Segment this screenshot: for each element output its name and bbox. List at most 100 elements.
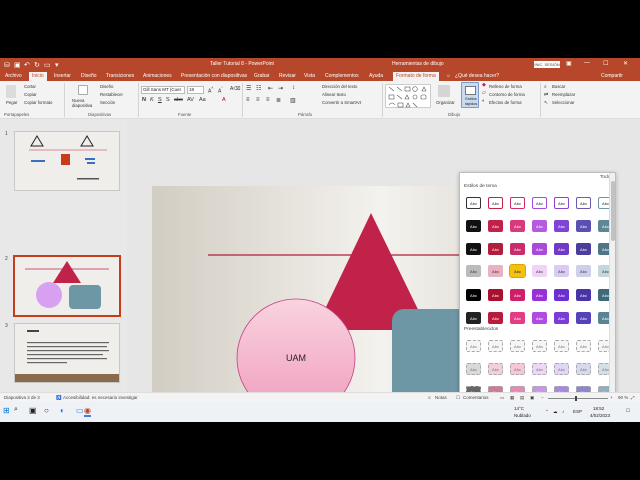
slide-thumbnail-2[interactable] [13, 255, 121, 317]
preset-swatch[interactable]: Abc [488, 363, 503, 375]
effects-icon[interactable]: ◐ [482, 98, 485, 104]
theme-swatch[interactable]: Abc [466, 197, 481, 209]
clock-date[interactable]: 4/02/2023 [590, 413, 610, 418]
close-icon[interactable]: ✕ [623, 60, 628, 67]
theme-swatch[interactable]: Abc [576, 312, 591, 324]
sorter-view-icon[interactable]: ▦ [510, 395, 514, 401]
font-name-input[interactable]: Gill Sans MT (Cuer [141, 86, 185, 94]
align-right-icon[interactable]: ≡ [266, 97, 270, 103]
theme-swatch[interactable]: Abc [554, 265, 569, 277]
theme-swatch[interactable]: Abc [510, 312, 525, 324]
zoom-in-icon[interactable]: + [610, 395, 613, 400]
theme-swatch[interactable]: Abc [576, 265, 591, 277]
italic-icon[interactable]: K [150, 97, 154, 103]
new-slide-icon[interactable] [78, 85, 88, 95]
tab-inicio[interactable]: Inicio [29, 72, 47, 81]
theme-swatch[interactable]: Abc [466, 243, 481, 255]
theme-swatch[interactable]: Abc [554, 243, 569, 255]
circle-label[interactable]: UAM [286, 353, 306, 363]
save-icon[interactable]: ▣ [14, 61, 21, 69]
grow-font-icon[interactable]: A^ [208, 86, 213, 95]
tab-animaciones[interactable]: Animaciones [143, 73, 172, 79]
outline-icon[interactable]: ▱ [482, 90, 486, 96]
powerpoint-taskbar-icon[interactable]: ◉ [84, 406, 91, 417]
sign-in-button[interactable]: INIC. SESIÓN [534, 61, 560, 68]
cortana-icon[interactable]: ○ [44, 406, 49, 415]
clock-time[interactable]: 18:52 [593, 406, 604, 411]
accessibility-icon[interactable]: ♿ [56, 395, 62, 401]
fit-slide-icon[interactable]: ⤢ [631, 395, 635, 400]
tab-transiciones[interactable]: Transiciones [106, 73, 134, 79]
preset-swatch[interactable]: Abc [532, 363, 547, 375]
theme-swatch[interactable]: Abc [488, 312, 503, 324]
preset-swatch[interactable]: Abc [488, 340, 503, 352]
text-direction-button[interactable]: Dirección del texto [322, 84, 357, 89]
select-button[interactable]: Seleccionar [552, 100, 574, 105]
tab-archivo[interactable]: Archivo [5, 73, 22, 79]
underline-icon[interactable]: S [158, 97, 162, 103]
tell-me-input[interactable]: ¿Qué desea hacer? [455, 73, 499, 79]
section-button[interactable]: Sección [100, 100, 115, 105]
share-button[interactable]: Compartir [601, 73, 623, 79]
theme-swatch-hovered[interactable]: Abc [509, 264, 526, 278]
weather-temp[interactable]: 14°C [514, 406, 524, 411]
layout-button[interactable]: Diseño [100, 84, 113, 89]
theme-swatch[interactable]: Abc [532, 220, 547, 232]
copy-button[interactable]: Copiar [24, 92, 37, 97]
theme-swatch[interactable]: Abc [466, 312, 481, 324]
font-size-input[interactable]: 18 [187, 86, 204, 94]
theme-swatch[interactable]: Abc [554, 312, 569, 324]
theme-swatch[interactable]: Abc [510, 289, 525, 301]
find-icon[interactable]: ⌕ [544, 84, 547, 90]
comments-button[interactable]: Comentarios [463, 395, 489, 400]
tab-formato-forma[interactable]: Formato de forma [393, 72, 439, 81]
windows-start-icon[interactable]: ⊞ [3, 406, 10, 415]
tab-vista[interactable]: Vista [304, 73, 315, 79]
paste-label[interactable]: Pegar [6, 100, 17, 105]
shape-outline-button[interactable]: Contorno de forma [489, 92, 525, 97]
theme-swatch[interactable]: Abc [576, 243, 591, 255]
theme-swatch[interactable]: Abc [532, 312, 547, 324]
slideshow-view-icon[interactable]: ▣ [530, 395, 534, 401]
autosave-icon[interactable]: ⛁ [4, 61, 10, 69]
zoom-slider-thumb[interactable] [575, 396, 577, 401]
zoom-slider[interactable] [548, 396, 608, 401]
shape-effects-button[interactable]: Efectos de forma [489, 100, 521, 105]
volume-icon[interactable]: ♪ [562, 409, 564, 414]
preset-swatch[interactable]: Abc [510, 363, 525, 375]
zoom-out-icon[interactable]: − [541, 395, 544, 400]
notifications-icon[interactable]: ☐ [626, 408, 630, 414]
preset-swatch[interactable]: Abc [466, 340, 481, 352]
theme-swatch[interactable]: Abc [510, 243, 525, 255]
theme-swatch[interactable]: Abc [510, 197, 525, 209]
file-explorer-icon[interactable]: ▭ [76, 406, 84, 415]
theme-swatch[interactable]: Abc [532, 197, 547, 209]
minimize-icon[interactable]: — [584, 60, 590, 66]
slideshow-start-icon[interactable]: ▭ [44, 61, 51, 69]
spacing-icon[interactable]: AV [187, 97, 194, 103]
theme-swatch[interactable]: Abc [466, 220, 481, 232]
quick-styles-button[interactable]: Estilos rápidos [461, 82, 479, 108]
theme-swatch[interactable]: Abc [488, 265, 503, 277]
bold-icon[interactable]: N [142, 97, 146, 103]
theme-swatch[interactable]: Abc [488, 289, 503, 301]
weather-desc[interactable]: Nublado [514, 413, 531, 418]
theme-swatch[interactable]: Abc [488, 197, 503, 209]
shapes-gallery[interactable] [385, 84, 431, 108]
notes-button[interactable]: Notas [435, 395, 447, 400]
theme-swatch[interactable]: Abc [554, 197, 569, 209]
tab-complementos[interactable]: Complementos [325, 73, 359, 79]
customize-qat-icon[interactable]: ▾ [55, 61, 59, 69]
slide-thumbnail-3[interactable] [14, 323, 120, 383]
outdent-icon[interactable]: ⇥ [278, 85, 283, 92]
theme-swatch[interactable]: Abc [576, 197, 591, 209]
columns-icon[interactable]: ▥ [290, 97, 296, 104]
maximize-icon[interactable]: ☐ [603, 60, 608, 67]
fill-icon[interactable]: ◆ [482, 82, 486, 88]
accessibility-status[interactable]: Accesibilidad: es necesario investigar [63, 395, 138, 400]
preset-swatch[interactable]: Abc [576, 363, 591, 375]
tab-presentacion[interactable]: Presentación con diapositivas [181, 73, 247, 79]
preset-swatch[interactable]: Abc [576, 340, 591, 352]
theme-swatch[interactable]: Abc [576, 289, 591, 301]
strikethrough-icon[interactable]: abc [174, 97, 183, 103]
